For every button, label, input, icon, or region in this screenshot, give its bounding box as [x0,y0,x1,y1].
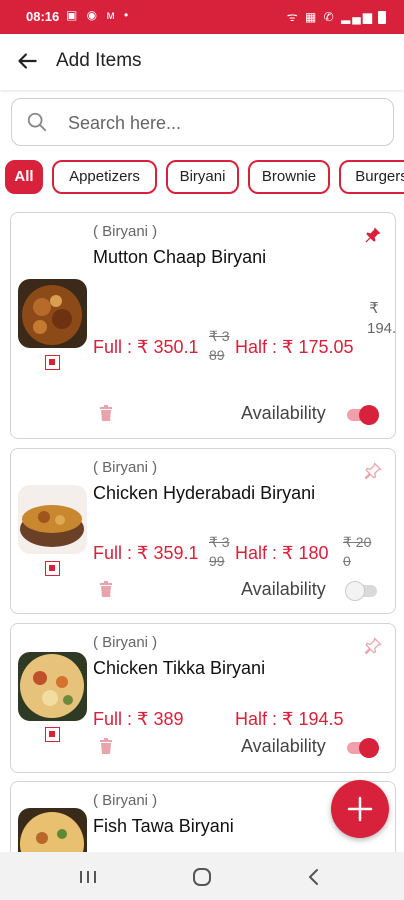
item-category: ( Biryani ) [93,634,158,651]
search-box[interactable] [11,98,394,146]
delete-icon[interactable] [99,405,113,421]
delete-icon[interactable] [99,581,113,597]
search-input[interactable] [68,110,368,136]
availability-toggle[interactable] [345,579,379,601]
add-item-button[interactable] [331,780,389,838]
item-image [18,485,87,554]
page-title: Add Items [56,50,142,71]
delete-icon[interactable] [99,738,113,754]
availability-label: Availability [241,403,326,423]
chip-biryani[interactable]: Biryani [166,160,239,194]
full-price: Full : ₹ 359.1 [93,543,199,563]
pin-outline-icon[interactable] [363,461,383,481]
system-nav-bar [0,852,404,900]
search-icon [27,112,47,132]
full-price: Full : ₹ 350.1 [93,337,199,357]
menu-item-card[interactable]: ( Biryani ) Chicken Tikka Biryani Full :… [10,623,396,773]
full-price: Full : ₹ 389 [93,709,184,729]
half-original-price: ₹ 194.5 [367,300,396,337]
back-nav-icon[interactable] [302,866,326,888]
availability-toggle[interactable] [345,403,379,425]
battery-icon [378,11,386,25]
menu-item-card[interactable]: ( Biryani ) Chicken Hyderabadi Biryani F… [10,448,396,614]
chip-all[interactable]: All [5,160,43,194]
app-bar: Add Items [0,34,404,90]
item-category: ( Biryani ) [93,792,158,809]
pin-outline-icon[interactable] [363,636,383,656]
home-icon[interactable] [190,866,214,888]
availability-label: Availability [241,579,326,599]
recent-apps-icon[interactable] [76,866,100,888]
half-price: Half : ₹ 194.5 [235,709,344,729]
item-name: Chicken Hyderabadi Biryani [93,483,316,503]
item-image [18,279,87,348]
half-original-price: ₹ 200 [343,534,372,569]
status-bar: 08:16 ▣ ◉ ᴍ • ᯤ ▦ ✆ ▂▄▆ [0,0,404,34]
half-price: Half : ₹ 175.05 [235,337,354,357]
chip-brownie[interactable]: Brownie [248,160,330,194]
status-time: 08:16 [26,9,60,24]
chip-burgers[interactable]: Burgers [339,160,404,194]
item-image [18,652,87,721]
item-name: Mutton Chaap Biryani [93,247,267,267]
veg-indicator-icon [45,727,60,742]
veg-indicator-icon [45,561,60,576]
item-category: ( Biryani ) [93,459,158,476]
full-original-price: ₹ 399 [209,534,230,569]
veg-indicator-icon [45,355,60,370]
back-arrow-icon[interactable] [14,48,40,74]
full-original-price: ₹ 389 [209,328,230,363]
item-category: ( Biryani ) [93,223,158,240]
category-filter-bar[interactable]: All Appetizers Biryani Brownie Burgers [0,158,404,198]
pin-icon[interactable] [363,225,383,245]
availability-toggle[interactable] [345,736,379,758]
system-icons: ᯤ ▦ ✆ ▂▄▆ [287,8,386,25]
notification-icons: ▣ ◉ ᴍ • [66,8,132,22]
item-name: Chicken Tikka Biryani [93,658,266,678]
item-name: Fish Tawa Biryani [93,816,234,836]
plus-icon [347,796,373,822]
availability-label: Availability [241,736,326,756]
menu-item-card[interactable]: ( Biryani ) Mutton Chaap Biryani Full : … [10,212,396,439]
half-price: Half : ₹ 180 [235,543,329,563]
chip-appetizers[interactable]: Appetizers [52,160,157,194]
